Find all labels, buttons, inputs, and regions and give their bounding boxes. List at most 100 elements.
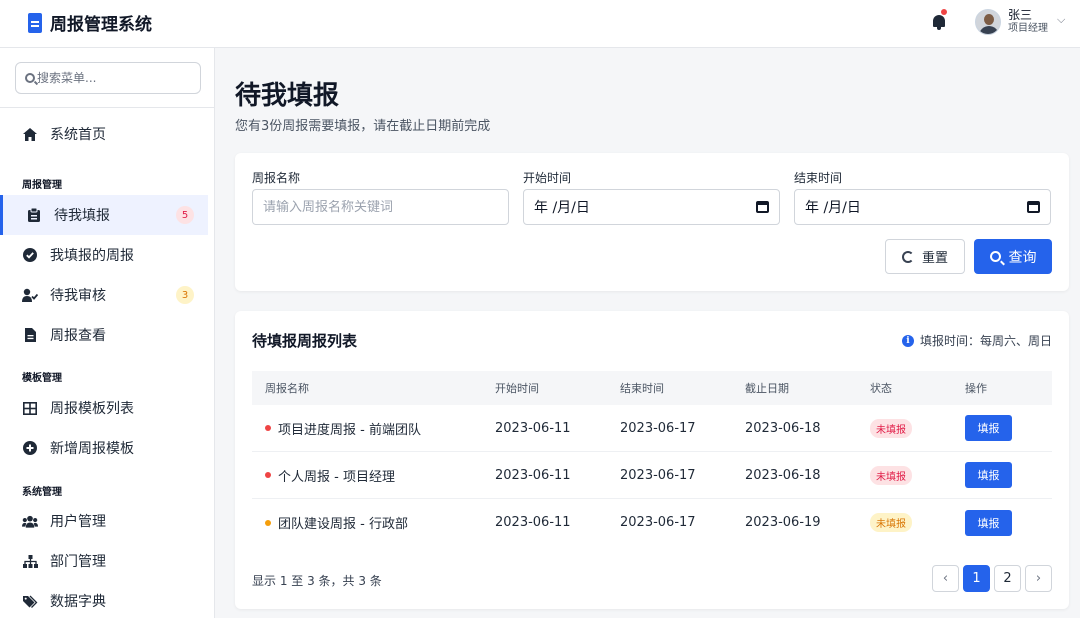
nav-group-title: 模板管理 (22, 373, 62, 384)
sidebar-item-dictionary[interactable]: 数据字典 (0, 581, 208, 618)
user-check-icon (22, 287, 38, 303)
sidebar-item-pending-fill[interactable]: 待我填报 5 (0, 195, 208, 235)
sitemap-icon (22, 553, 38, 569)
query-button[interactable]: 查询 (974, 239, 1052, 274)
sidebar-item-my-reports[interactable]: 我填报的周报 (0, 235, 208, 275)
file-icon (22, 327, 38, 343)
table-row: 项目进度周报 - 前端团队 2023-06-11 2023-06-17 2023… (252, 405, 1052, 452)
calendar-icon[interactable] (756, 201, 769, 213)
query-label: 查询 (1008, 249, 1037, 266)
sidebar-item-view-reports[interactable]: 周报查看 (0, 315, 208, 355)
sidebar-item-template-list[interactable]: 周报模板列表 (0, 388, 208, 428)
home-icon (22, 126, 38, 142)
document-icon (28, 12, 42, 33)
sidebar-item-label: 周报模板列表 (50, 401, 134, 417)
sidebar-item-label: 部门管理 (50, 554, 106, 570)
start-date: 2023-06-11 (495, 420, 571, 436)
sidebar-item-label: 待我审核 (50, 288, 106, 304)
column-header: 开始时间 (495, 382, 539, 395)
sidebar-item-pending-review[interactable]: 待我审核 3 (0, 275, 208, 315)
filter-card: 周报名称 开始时间 年 /月/日 结束时间 年 /月/日 重置 查询 (235, 153, 1069, 291)
start-date-input[interactable]: 年 /月/日 (523, 189, 780, 225)
fill-button[interactable]: 填报 (965, 462, 1012, 488)
reset-button[interactable]: 重置 (885, 239, 965, 274)
start-date-label: 开始时间 (523, 171, 572, 185)
column-header: 结束时间 (620, 382, 664, 395)
user-role: 项目经理 (1008, 23, 1048, 35)
count-badge: 5 (176, 206, 194, 224)
sidebar: 系统首页 周报管理 待我填报 5 我填报的周报 待我审核 3 周报查看 模板管理… (0, 48, 215, 618)
divider (0, 107, 215, 108)
sidebar-item-home[interactable]: 系统首页 (0, 114, 208, 154)
list-title: 待填报周报列表 (252, 332, 358, 350)
start-date: 2023-06-11 (495, 467, 571, 483)
sidebar-item-label: 新增周报模板 (50, 441, 134, 457)
priority-dot (265, 519, 271, 526)
main-content: 待我填报 您有3份周报需要填报，请在截止日期前完成 周报名称 开始时间 年 /月… (215, 48, 1080, 618)
table-row: 个人周报 - 项目经理 2023-06-11 2023-06-17 2023-0… (252, 452, 1052, 499)
page-subtitle: 您有3份周报需要填报，请在截止日期前完成 (235, 119, 491, 134)
report-name: 团队建设周报 - 行政部 (278, 517, 408, 532)
menu-search-input[interactable] (37, 71, 187, 85)
sidebar-item-users[interactable]: 用户管理 (0, 501, 208, 541)
priority-dot (265, 472, 271, 478)
end-date-label: 结束时间 (794, 171, 843, 185)
chevron-down-icon: ⌵ (1057, 13, 1066, 26)
column-header: 截止日期 (745, 382, 789, 395)
notification-dot (941, 9, 947, 15)
plus-circle-icon (22, 440, 38, 456)
status-badge: 未填报 (870, 513, 912, 532)
sidebar-item-label: 用户管理 (50, 514, 106, 530)
fill-time-note: i 填报时间：每周六、周日 (901, 332, 1052, 349)
sidebar-item-label: 待我填报 (54, 208, 110, 224)
calendar-icon[interactable] (1027, 201, 1040, 213)
grid-icon (22, 400, 38, 416)
reset-label: 重置 (921, 251, 948, 266)
tags-icon (22, 593, 38, 609)
page-button[interactable]: 1 (963, 565, 990, 592)
user-name: 张三 (1008, 8, 1033, 23)
info-icon: i (901, 334, 914, 347)
nav-group-title: 系统管理 (22, 487, 62, 498)
sidebar-item-departments[interactable]: 部门管理 (0, 541, 208, 581)
page-button[interactable]: 2 (994, 565, 1021, 592)
end-date: 2023-06-17 (620, 420, 696, 436)
user-menu[interactable]: 张三 项目经理 ⌵ (975, 9, 1065, 35)
report-name: 个人周报 - 项目经理 (278, 469, 395, 485)
status-badge: 未填报 (870, 418, 912, 438)
deadline: 2023-06-19 (745, 515, 821, 530)
sidebar-item-add-template[interactable]: 新增周报模板 (0, 428, 208, 468)
start-date-value: 年 /月/日 (534, 200, 590, 216)
end-date: 2023-06-17 (620, 515, 696, 530)
fill-time-text: 填报时间：每周六、周日 (919, 334, 1052, 348)
users-icon (22, 513, 38, 529)
end-date-input[interactable]: 年 /月/日 (794, 189, 1051, 225)
top-bar: 周报管理系统 张三 项目经理 ⌵ (0, 0, 1080, 48)
name-filter-field[interactable] (252, 189, 509, 225)
app-title: 周报管理系统 (50, 15, 152, 35)
fill-button[interactable]: 填报 (965, 415, 1012, 441)
search-icon (25, 73, 35, 83)
sidebar-item-label: 系统首页 (50, 127, 106, 143)
clipboard-icon (26, 207, 42, 223)
end-date: 2023-06-17 (620, 467, 696, 483)
menu-search[interactable] (15, 62, 201, 94)
priority-dot (265, 425, 271, 431)
brand[interactable]: 周报管理系统 (28, 10, 152, 35)
nav-group-title: 周报管理 (22, 180, 62, 191)
end-date-value: 年 /月/日 (805, 200, 861, 216)
notification-bell-icon[interactable] (931, 9, 947, 31)
report-name: 项目进度周报 - 前端团队 (278, 422, 421, 438)
report-name-input[interactable] (263, 199, 498, 215)
fill-button[interactable]: 填报 (965, 509, 1012, 536)
avatar (975, 9, 1001, 35)
report-list-card: 待填报周报列表 i 填报时间：每周六、周日 周报名称 开始时间 结束时间 截止日… (235, 311, 1069, 609)
check-circle-icon (22, 247, 38, 263)
column-header: 周报名称 (265, 382, 309, 395)
pagination: ‹ 1 2 › (932, 565, 1052, 592)
sidebar-item-label: 我填报的周报 (50, 248, 134, 264)
prev-page-button[interactable]: ‹ (932, 565, 959, 592)
start-date: 2023-06-11 (495, 515, 571, 530)
name-filter-label: 周报名称 (252, 171, 301, 185)
next-page-button[interactable]: › (1025, 565, 1052, 592)
